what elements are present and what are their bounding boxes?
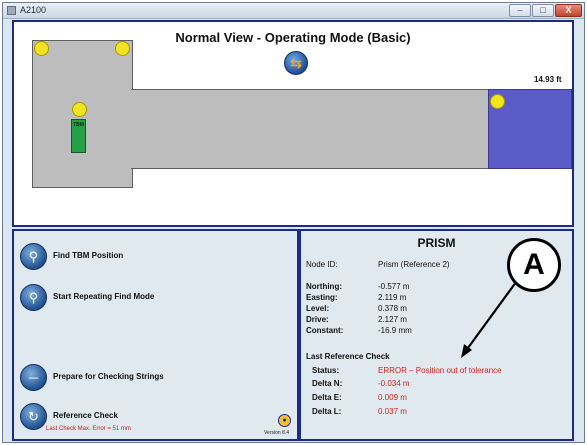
level-value: 0.378 m xyxy=(378,304,407,313)
prism-marker[interactable] xyxy=(72,102,87,117)
delta-e-label: Delta E: xyxy=(312,393,342,402)
delta-n-label: Delta N: xyxy=(312,379,343,388)
info-icon[interactable]: ● xyxy=(278,414,291,427)
status-label: Status: xyxy=(312,366,340,375)
string-line-icon: ─ xyxy=(20,364,47,391)
search-icon: ⚲ xyxy=(20,284,47,311)
delta-e-value: 0.009 m xyxy=(378,393,407,402)
swap-arrows-icon[interactable]: ⇆ xyxy=(284,51,308,75)
last-check-error: Last Check Max. Error = 51 mm xyxy=(46,426,131,432)
easting-label: Easting: xyxy=(306,293,338,302)
delta-l-value: 0.037 m xyxy=(378,407,407,416)
node-id-label: Node ID: xyxy=(306,260,338,269)
reference-check-icon: ↻ xyxy=(20,403,47,430)
constant-label: Constant: xyxy=(306,326,344,335)
action-label: Find TBM Position xyxy=(53,251,124,260)
northing-label: Northing: xyxy=(306,282,342,291)
action-label: Start Repeating Find Mode xyxy=(53,292,155,301)
constant-value: -16.9 mm xyxy=(378,326,412,335)
tbm-label: TBM xyxy=(73,122,84,128)
close-button[interactable]: X xyxy=(555,4,582,17)
tunnel-shape-corridor xyxy=(131,89,490,169)
actions-panel: ⚲ Find TBM Position ⚲ Start Repeating Fi… xyxy=(12,229,299,441)
app-icon xyxy=(7,6,16,15)
action-label: Prepare for Checking Strings xyxy=(53,372,164,381)
drive-value: 2.127 m xyxy=(378,315,407,324)
maximize-button[interactable]: □ xyxy=(532,4,554,17)
search-icon: ⚲ xyxy=(20,243,47,270)
minimize-button[interactable]: – xyxy=(509,4,531,17)
site-view-panel: Normal View - Operating Mode (Basic) ⇆ 1… xyxy=(12,20,574,227)
callout-label: A xyxy=(507,238,561,292)
delta-n-value: -0.034 m xyxy=(378,379,410,388)
drive-label: Drive: xyxy=(306,315,329,324)
prism-marker[interactable] xyxy=(34,41,49,56)
prism-marker[interactable] xyxy=(115,41,130,56)
version-label: Version 8.4 xyxy=(264,430,290,436)
window-title: A2100 xyxy=(20,5,47,15)
title-bar[interactable]: A2100 – □ X xyxy=(3,3,584,19)
level-label: Level: xyxy=(306,304,330,313)
tbm-marker[interactable]: TBM xyxy=(71,119,86,153)
distance-label: 14.93 ft xyxy=(534,75,562,84)
last-reference-check-heading: Last Reference Check xyxy=(306,352,390,361)
node-id-value: Prism (Reference 2) xyxy=(378,260,450,269)
action-label: Reference Check xyxy=(53,411,118,420)
northing-value: -0.577 m xyxy=(378,282,410,291)
prism-marker[interactable] xyxy=(490,94,505,109)
delta-l-label: Delta L: xyxy=(312,407,342,416)
easting-value: 2.119 m xyxy=(378,293,407,302)
